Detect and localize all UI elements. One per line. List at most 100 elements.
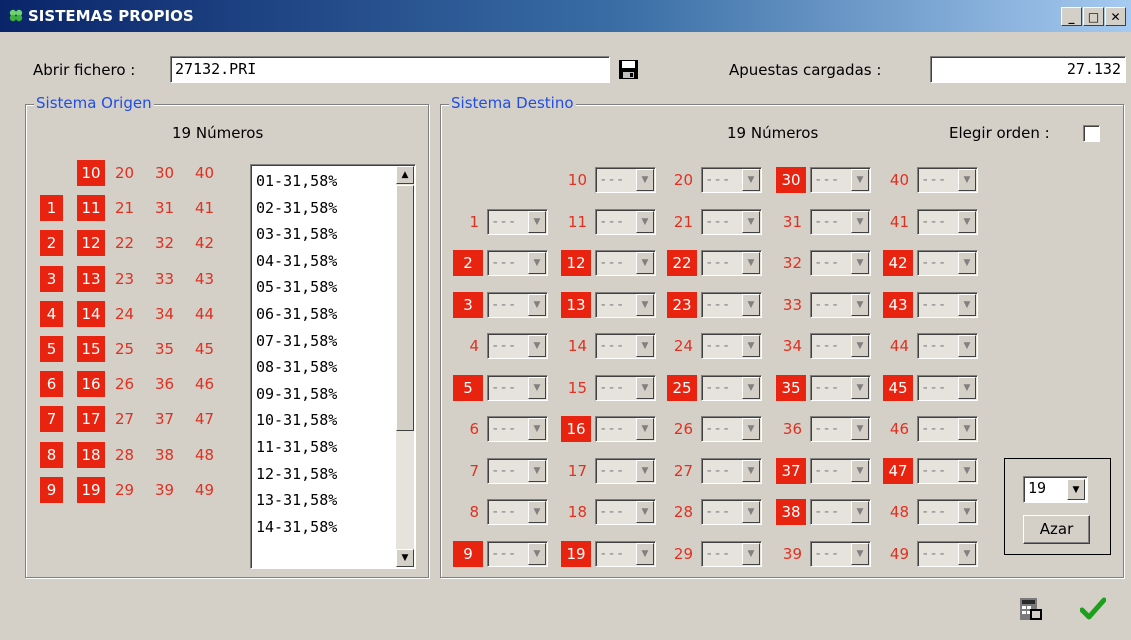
destino-number-4[interactable]: 4 <box>453 333 482 359</box>
destino-number-40[interactable]: 40 <box>883 167 912 193</box>
origen-number-15[interactable]: 15 <box>77 336 105 362</box>
destino-number-6[interactable]: 6 <box>453 416 482 442</box>
origen-number-24[interactable]: 24 <box>115 301 145 327</box>
origen-number-39[interactable]: 39 <box>155 477 185 503</box>
chevron-down-icon[interactable]: ▼ <box>528 376 546 399</box>
chevron-down-icon[interactable]: ▼ <box>958 169 976 191</box>
destino-number-28[interactable]: 28 <box>667 499 696 525</box>
destino-number-48[interactable]: 48 <box>883 499 912 525</box>
destino-order-select-10[interactable]: --- ▼ <box>595 167 656 193</box>
chevron-down-icon[interactable]: ▼ <box>742 293 760 316</box>
chevron-down-icon[interactable]: ▼ <box>742 542 760 565</box>
chevron-down-icon[interactable]: ▼ <box>851 376 869 399</box>
destino-order-select-19[interactable]: --- ▼ <box>595 540 656 567</box>
destino-order-select-12[interactable]: --- ▼ <box>595 250 656 276</box>
origen-number-20[interactable]: 20 <box>115 160 145 186</box>
destino-number-43[interactable]: 43 <box>883 291 913 318</box>
origen-number-36[interactable]: 36 <box>155 371 185 397</box>
chevron-down-icon[interactable]: ▼ <box>958 418 976 440</box>
origen-number-1[interactable]: 1 <box>40 195 63 222</box>
chevron-down-icon[interactable]: ▼ <box>636 293 654 316</box>
chevron-down-icon[interactable]: ▼ <box>958 542 976 565</box>
origen-number-19[interactable]: 19 <box>77 476 105 503</box>
destino-order-select-21[interactable]: --- ▼ <box>701 208 762 235</box>
destino-order-select-16[interactable]: --- ▼ <box>595 416 656 442</box>
origen-number-17[interactable]: 17 <box>77 406 105 433</box>
list-item[interactable]: 14-31,58% <box>256 514 337 540</box>
destino-number-11[interactable]: 11 <box>561 209 590 235</box>
destino-order-select-32[interactable]: --- ▼ <box>810 250 871 276</box>
chevron-down-icon[interactable]: ▼ <box>851 542 869 565</box>
origen-number-28[interactable]: 28 <box>115 442 145 468</box>
chevron-down-icon[interactable]: ▼ <box>636 542 654 565</box>
chevron-down-icon[interactable]: ▼ <box>851 459 869 482</box>
origen-number-10[interactable]: 10 <box>77 160 105 186</box>
destino-number-20[interactable]: 20 <box>667 167 696 193</box>
destino-order-select-23[interactable]: --- ▼ <box>701 291 762 318</box>
chevron-down-icon[interactable]: ▼ <box>742 459 760 482</box>
destino-number-13[interactable]: 13 <box>561 291 591 318</box>
destino-number-31[interactable]: 31 <box>776 209 805 235</box>
destino-order-select-46[interactable]: --- ▼ <box>917 416 978 442</box>
destino-order-select-11[interactable]: --- ▼ <box>595 208 656 235</box>
origen-number-12[interactable]: 12 <box>77 230 105 257</box>
destino-number-23[interactable]: 23 <box>667 291 697 318</box>
destino-order-select-4[interactable]: --- ▼ <box>487 333 548 359</box>
destino-number-1[interactable]: 1 <box>453 209 482 235</box>
origen-number-41[interactable]: 41 <box>195 195 225 221</box>
destino-number-12[interactable]: 12 <box>561 250 591 276</box>
list-item[interactable]: 07-31,58% <box>256 328 337 354</box>
chevron-down-icon[interactable]: ▼ <box>742 335 760 357</box>
origen-number-14[interactable]: 14 <box>77 300 105 327</box>
chevron-down-icon[interactable]: ▼ <box>851 501 869 523</box>
scroll-thumb[interactable] <box>396 185 414 431</box>
destino-number-45[interactable]: 45 <box>883 374 913 401</box>
destino-order-select-31[interactable]: --- ▼ <box>810 208 871 235</box>
list-item[interactable]: 09-31,58% <box>256 381 337 407</box>
origen-number-29[interactable]: 29 <box>115 477 145 503</box>
destino-number-39[interactable]: 39 <box>776 541 805 567</box>
chevron-down-icon[interactable]: ▼ <box>742 210 760 233</box>
azar-button[interactable]: Azar <box>1023 515 1090 544</box>
origen-number-43[interactable]: 43 <box>195 266 225 292</box>
origen-number-8[interactable]: 8 <box>40 441 63 468</box>
destino-number-47[interactable]: 47 <box>883 457 913 484</box>
destino-number-16[interactable]: 16 <box>561 416 591 442</box>
destino-order-select-8[interactable]: --- ▼ <box>487 499 548 525</box>
destino-number-41[interactable]: 41 <box>883 209 912 235</box>
destino-number-25[interactable]: 25 <box>667 374 697 401</box>
destino-order-select-44[interactable]: --- ▼ <box>917 333 978 359</box>
chevron-down-icon[interactable]: ▼ <box>958 335 976 357</box>
destino-order-select-28[interactable]: --- ▼ <box>701 499 762 525</box>
origen-number-45[interactable]: 45 <box>195 336 225 362</box>
destino-number-21[interactable]: 21 <box>667 209 696 235</box>
list-item[interactable]: 13-31,58% <box>256 487 337 513</box>
chevron-down-icon[interactable]: ▼ <box>851 293 869 316</box>
destino-order-select-26[interactable]: --- ▼ <box>701 416 762 442</box>
calculator-window-icon[interactable] <box>1018 596 1044 622</box>
list-item[interactable]: 08-31,58% <box>256 354 337 380</box>
list-scrollbar[interactable]: ▲ ▼ <box>396 166 414 567</box>
destino-order-select-18[interactable]: --- ▼ <box>595 499 656 525</box>
chevron-down-icon[interactable]: ▼ <box>636 501 654 523</box>
chevron-down-icon[interactable]: ▼ <box>636 459 654 482</box>
chevron-down-icon[interactable]: ▼ <box>636 252 654 274</box>
destino-order-select-49[interactable]: --- ▼ <box>917 540 978 567</box>
origen-number-23[interactable]: 23 <box>115 266 145 292</box>
chevron-down-icon[interactable]: ▼ <box>742 169 760 191</box>
origen-number-5[interactable]: 5 <box>40 336 63 362</box>
destino-order-select-45[interactable]: --- ▼ <box>917 374 978 401</box>
list-item[interactable]: 04-31,58% <box>256 248 337 274</box>
file-name-input[interactable]: 27132.PRI <box>170 56 610 83</box>
destino-order-select-14[interactable]: --- ▼ <box>595 333 656 359</box>
destino-order-select-1[interactable]: --- ▼ <box>487 208 548 235</box>
chevron-down-icon[interactable]: ▼ <box>528 418 546 440</box>
origen-number-38[interactable]: 38 <box>155 442 185 468</box>
origen-number-31[interactable]: 31 <box>155 195 185 221</box>
destino-order-select-43[interactable]: --- ▼ <box>917 291 978 318</box>
destino-number-5[interactable]: 5 <box>453 374 483 401</box>
origen-number-22[interactable]: 22 <box>115 230 145 256</box>
chevron-down-icon[interactable]: ▼ <box>528 501 546 523</box>
origen-number-49[interactable]: 49 <box>195 477 225 503</box>
destino-number-7[interactable]: 7 <box>453 458 482 484</box>
